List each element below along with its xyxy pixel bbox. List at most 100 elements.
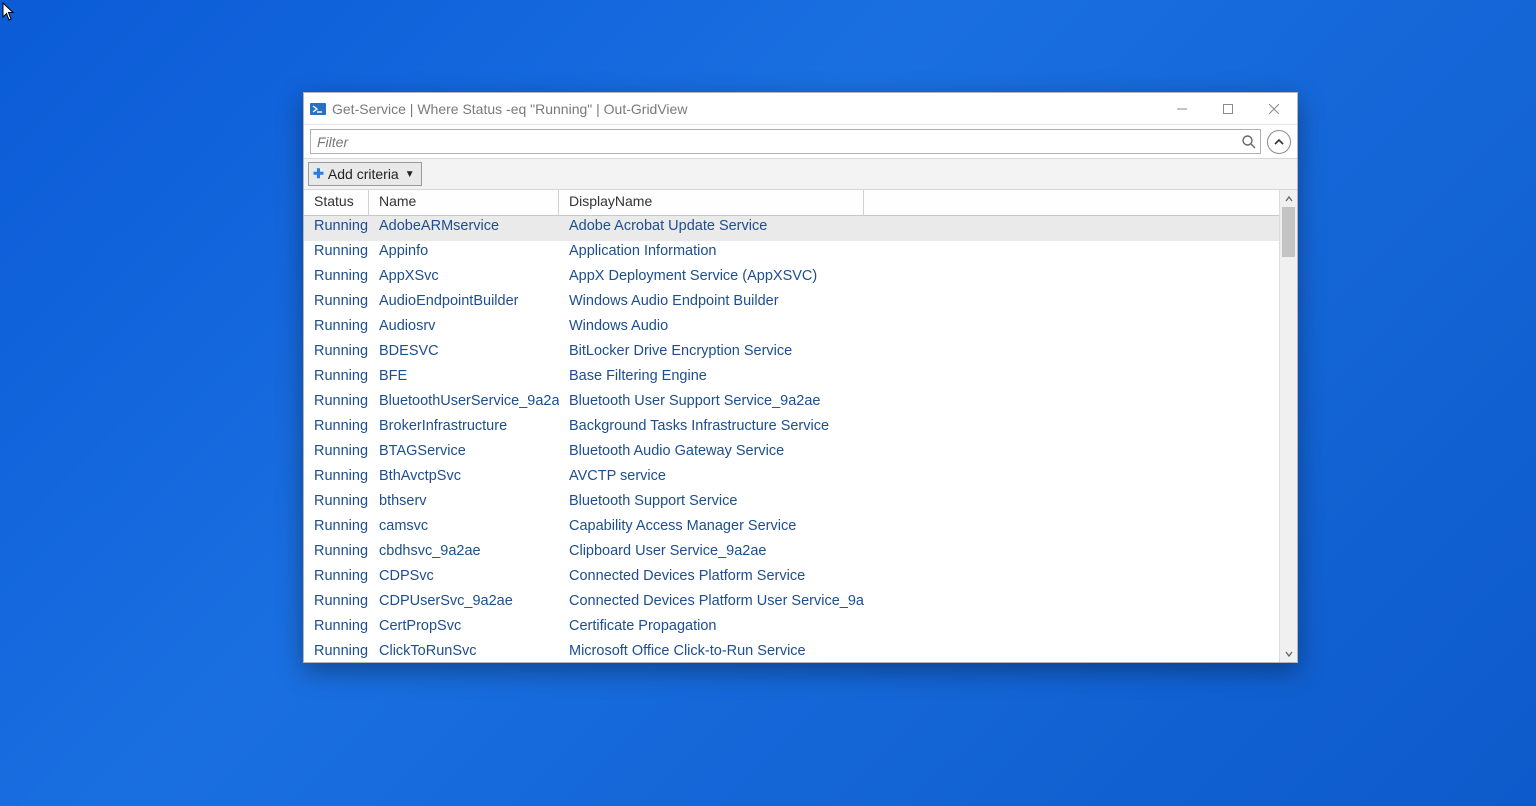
cell-display: Bluetooth User Support Service_9a2ae <box>559 391 864 416</box>
window-controls <box>1159 93 1297 124</box>
cell-status: Running <box>304 566 369 591</box>
add-criteria-button[interactable]: ✚ Add criteria ▼ <box>308 162 422 186</box>
cell-name: cbdhsvc_9a2ae <box>369 541 559 566</box>
cell-status: Running <box>304 541 369 566</box>
cell-status: Running <box>304 416 369 441</box>
table-row[interactable]: RunningbthservBluetooth Support Service <box>304 491 1279 516</box>
cell-display: Capability Access Manager Service <box>559 516 864 541</box>
cell-name: AdobeARMservice <box>369 216 559 241</box>
cell-display: Adobe Acrobat Update Service <box>559 216 864 241</box>
grid-header: Status Name DisplayName <box>304 190 1279 216</box>
filter-input[interactable] <box>310 129 1261 154</box>
cell-name: ClickToRunSvc <box>369 641 559 662</box>
cell-display: Connected Devices Platform Service <box>559 566 864 591</box>
powershell-icon <box>310 101 326 117</box>
cell-name: CDPUserSvc_9a2ae <box>369 591 559 616</box>
cell-name: Audiosrv <box>369 316 559 341</box>
cell-display: Application Information <box>559 241 864 266</box>
cell-display: AppX Deployment Service (AppXSVC) <box>559 266 864 291</box>
cell-display: BitLocker Drive Encryption Service <box>559 341 864 366</box>
scroll-down-button[interactable] <box>1280 645 1297 662</box>
table-row[interactable]: RunningBDESVCBitLocker Drive Encryption … <box>304 341 1279 366</box>
cell-name: bthserv <box>369 491 559 516</box>
criteria-bar: ✚ Add criteria ▼ <box>304 158 1297 190</box>
scroll-thumb[interactable] <box>1282 207 1295 257</box>
cell-status: Running <box>304 241 369 266</box>
cell-display: AVCTP service <box>559 466 864 491</box>
cell-display: Bluetooth Support Service <box>559 491 864 516</box>
grid-wrap: Status Name DisplayName RunningAdobeARMs… <box>304 190 1297 662</box>
plus-icon: ✚ <box>313 166 324 182</box>
table-row[interactable]: RunningAppXSvcAppX Deployment Service (A… <box>304 266 1279 291</box>
table-row[interactable]: RunningAudioEndpointBuilderWindows Audio… <box>304 291 1279 316</box>
table-row[interactable]: RunningCDPUserSvc_9a2aeConnected Devices… <box>304 591 1279 616</box>
chevron-down-icon: ▼ <box>405 169 415 180</box>
table-row[interactable]: RunningAdobeARMserviceAdobe Acrobat Upda… <box>304 216 1279 241</box>
cell-status: Running <box>304 366 369 391</box>
chevron-up-icon <box>1285 195 1293 203</box>
scroll-up-button[interactable] <box>1280 190 1297 207</box>
cell-display: Connected Devices Platform User Service_… <box>559 591 864 616</box>
cell-status: Running <box>304 291 369 316</box>
filter-input-wrap <box>310 129 1261 154</box>
cell-name: BthAvctpSvc <box>369 466 559 491</box>
add-criteria-label: Add criteria <box>328 166 399 182</box>
column-header-filler[interactable] <box>864 190 1279 215</box>
table-row[interactable]: RunningBthAvctpSvcAVCTP service <box>304 466 1279 491</box>
table-row[interactable]: RunningCDPSvcConnected Devices Platform … <box>304 566 1279 591</box>
titlebar[interactable]: Get-Service | Where Status -eq "Running"… <box>304 93 1297 125</box>
cell-name: BFE <box>369 366 559 391</box>
cell-status: Running <box>304 616 369 641</box>
table-row[interactable]: RunningCertPropSvcCertificate Propagatio… <box>304 616 1279 641</box>
cell-status: Running <box>304 491 369 516</box>
cell-status: Running <box>304 441 369 466</box>
cell-display: Microsoft Office Click-to-Run Service <box>559 641 864 662</box>
collapse-criteria-button[interactable] <box>1267 130 1291 154</box>
vertical-scrollbar[interactable] <box>1279 190 1297 662</box>
grid-body[interactable]: RunningAdobeARMserviceAdobe Acrobat Upda… <box>304 216 1279 662</box>
column-header-name[interactable]: Name <box>369 190 559 215</box>
window-title: Get-Service | Where Status -eq "Running"… <box>332 101 1159 117</box>
cell-display: Clipboard User Service_9a2ae <box>559 541 864 566</box>
cell-status: Running <box>304 466 369 491</box>
column-header-status[interactable]: Status <box>304 190 369 215</box>
table-row[interactable]: RunningBFEBase Filtering Engine <box>304 366 1279 391</box>
cell-status: Running <box>304 216 369 241</box>
table-row[interactable]: Runningcbdhsvc_9a2aeClipboard User Servi… <box>304 541 1279 566</box>
column-header-display[interactable]: DisplayName <box>559 190 864 215</box>
cell-name: BluetoothUserService_9a2ae <box>369 391 559 416</box>
table-row[interactable]: RunningBrokerInfrastructureBackground Ta… <box>304 416 1279 441</box>
table-row[interactable]: RunningClickToRunSvcMicrosoft Office Cli… <box>304 641 1279 662</box>
cell-name: CDPSvc <box>369 566 559 591</box>
cell-status: Running <box>304 391 369 416</box>
cell-status: Running <box>304 316 369 341</box>
cell-display: Windows Audio Endpoint Builder <box>559 291 864 316</box>
table-row[interactable]: RunningAudiosrvWindows Audio <box>304 316 1279 341</box>
cell-name: BDESVC <box>369 341 559 366</box>
cell-name: BTAGService <box>369 441 559 466</box>
table-row[interactable]: RunningcamsvcCapability Access Manager S… <box>304 516 1279 541</box>
cell-name: Appinfo <box>369 241 559 266</box>
filter-row <box>304 125 1297 158</box>
close-button[interactable] <box>1251 93 1297 124</box>
chevron-down-icon <box>1285 650 1293 658</box>
cell-status: Running <box>304 266 369 291</box>
cell-name: CertPropSvc <box>369 616 559 641</box>
cell-name: BrokerInfrastructure <box>369 416 559 441</box>
cell-status: Running <box>304 641 369 662</box>
scroll-track[interactable] <box>1280 207 1297 645</box>
maximize-button[interactable] <box>1205 93 1251 124</box>
out-gridview-window: Get-Service | Where Status -eq "Running"… <box>303 92 1298 663</box>
table-row[interactable]: RunningBluetoothUserService_9a2aeBluetoo… <box>304 391 1279 416</box>
search-icon <box>1241 134 1257 150</box>
cell-status: Running <box>304 516 369 541</box>
chevron-up-icon <box>1274 137 1284 147</box>
cell-status: Running <box>304 341 369 366</box>
table-row[interactable]: RunningAppinfoApplication Information <box>304 241 1279 266</box>
minimize-button[interactable] <box>1159 93 1205 124</box>
cell-name: AudioEndpointBuilder <box>369 291 559 316</box>
grid: Status Name DisplayName RunningAdobeARMs… <box>304 190 1279 662</box>
table-row[interactable]: RunningBTAGServiceBluetooth Audio Gatewa… <box>304 441 1279 466</box>
cell-name: camsvc <box>369 516 559 541</box>
cell-display: Bluetooth Audio Gateway Service <box>559 441 864 466</box>
